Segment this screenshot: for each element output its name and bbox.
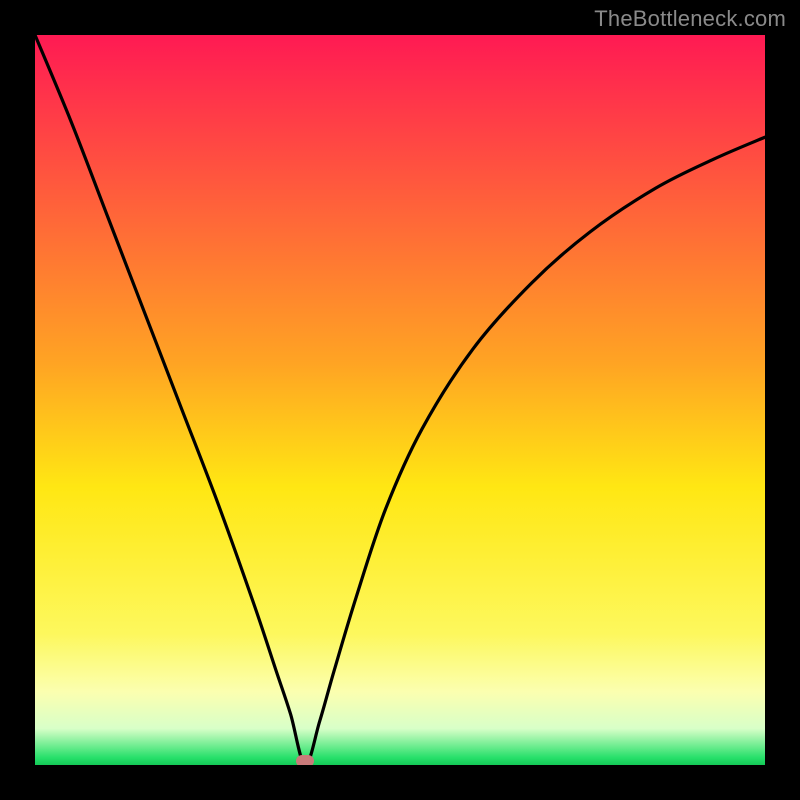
chart-frame: TheBottleneck.com: [0, 0, 800, 800]
watermark-text: TheBottleneck.com: [594, 6, 786, 32]
minimum-marker: [296, 755, 314, 765]
plot-area: [35, 35, 765, 765]
deviation-curve: [35, 35, 765, 765]
